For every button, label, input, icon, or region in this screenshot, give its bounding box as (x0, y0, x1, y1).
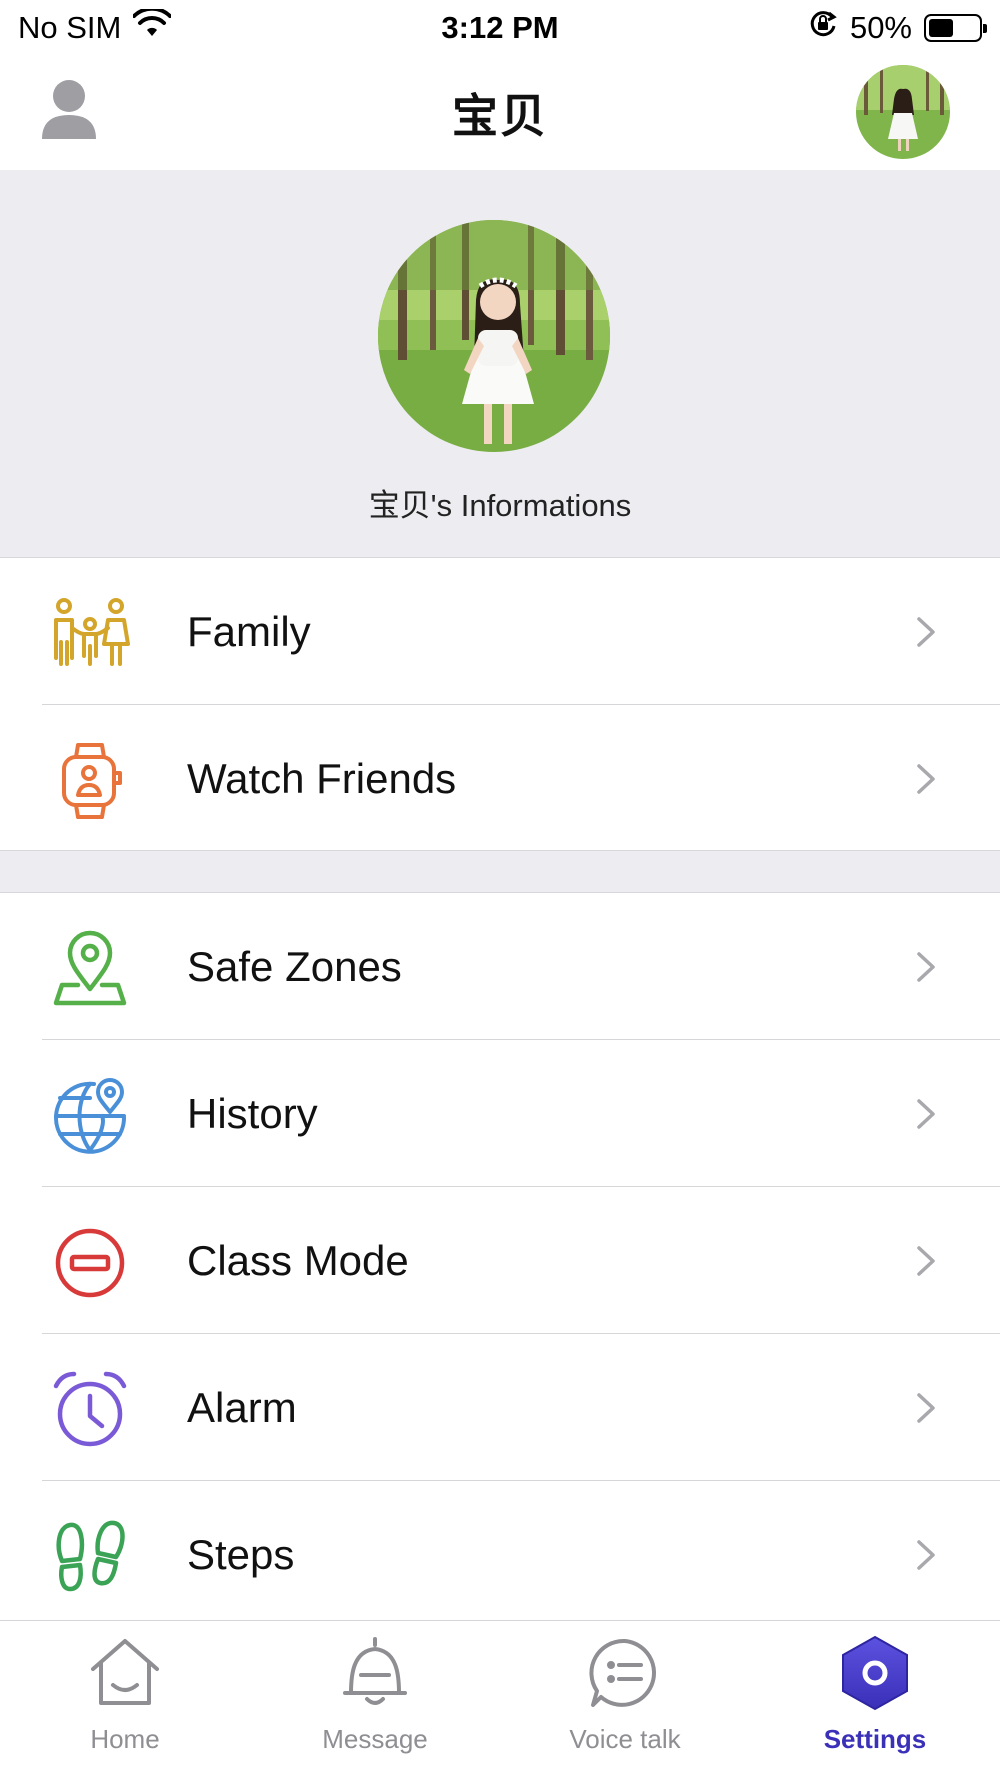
menu-item-watch-friends[interactable]: Watch Friends (0, 705, 1000, 852)
menu-item-steps[interactable]: Steps (0, 1481, 1000, 1628)
home-icon (87, 1635, 163, 1711)
tab-label: Message (322, 1724, 428, 1754)
menu-item-label: Watch Friends (187, 754, 457, 802)
orientation-lock-icon (808, 9, 838, 47)
no-entry-icon (50, 1223, 130, 1303)
chevron-right-icon (914, 1096, 938, 1132)
section-separator (0, 850, 1000, 893)
menu-item-alarm[interactable]: Alarm (0, 1334, 1000, 1481)
menu-item-label: Safe Zones (187, 942, 402, 990)
menu-item-class-mode[interactable]: Class Mode (0, 1187, 1000, 1334)
family-icon (50, 594, 130, 674)
menu-item-label: Steps (187, 1530, 295, 1578)
watch-friends-icon (50, 741, 130, 821)
profile-icon[interactable] (38, 77, 100, 143)
status-right: 50% (808, 9, 987, 47)
tab-settings[interactable]: Settings (750, 1621, 1000, 1778)
wifi-icon (132, 6, 173, 47)
battery-icon (924, 13, 987, 42)
chevron-right-icon (914, 614, 938, 650)
chevron-right-icon (914, 1537, 938, 1573)
menu-item-safe-zones[interactable]: Safe Zones (0, 893, 1000, 1040)
globe-pin-icon (50, 1076, 130, 1156)
carrier-label: No SIM (18, 9, 122, 45)
chevron-right-icon (914, 761, 938, 797)
tab-voice-talk[interactable]: Voice talk (500, 1621, 750, 1778)
tab-label: Settings (823, 1724, 927, 1754)
chevron-right-icon (914, 1390, 938, 1426)
menu-item-label: Alarm (187, 1383, 297, 1431)
footprints-icon (50, 1517, 130, 1597)
status-bar: No SIM 3:12 PM 50% (0, 0, 1000, 55)
menu-group-contacts: Family Watch Friends (0, 558, 1000, 852)
tab-label: Voice talk (569, 1724, 681, 1754)
bell-icon (337, 1635, 413, 1711)
child-photo[interactable] (378, 220, 610, 452)
tab-home[interactable]: Home (0, 1621, 250, 1778)
tab-label: Home (90, 1724, 160, 1754)
menu-group-features: Safe Zones History Class Mode Alarm Step… (0, 893, 1000, 1628)
menu-item-history[interactable]: History (0, 1040, 1000, 1187)
chevron-right-icon (914, 1243, 938, 1279)
child-info-header[interactable]: 宝贝's Informations (0, 170, 1000, 558)
status-left: No SIM (18, 6, 173, 47)
location-pin-icon (50, 929, 130, 1009)
menu-item-family[interactable]: Family (0, 558, 1000, 705)
child-avatar[interactable] (856, 65, 950, 159)
settings-icon (837, 1635, 913, 1711)
alarm-clock-icon (50, 1370, 130, 1450)
tab-message[interactable]: Message (250, 1621, 500, 1778)
page-title: 宝贝 (452, 89, 548, 142)
chevron-right-icon (914, 949, 938, 985)
child-info-caption[interactable]: 宝贝's Informations (0, 480, 1000, 525)
menu-item-label: Class Mode (187, 1236, 409, 1284)
settings-screen: No SIM 3:12 PM 50% 宝贝 宝贝's Informations … (0, 0, 1000, 1778)
menu-item-label: History (187, 1089, 318, 1137)
chat-icon (587, 1635, 663, 1711)
tab-bar: Home Message Voice talk Settings (0, 1620, 1000, 1778)
menu-item-label: Family (187, 607, 311, 655)
navigation-bar: 宝贝 (0, 55, 1000, 170)
battery-percent: 50% (849, 9, 912, 45)
